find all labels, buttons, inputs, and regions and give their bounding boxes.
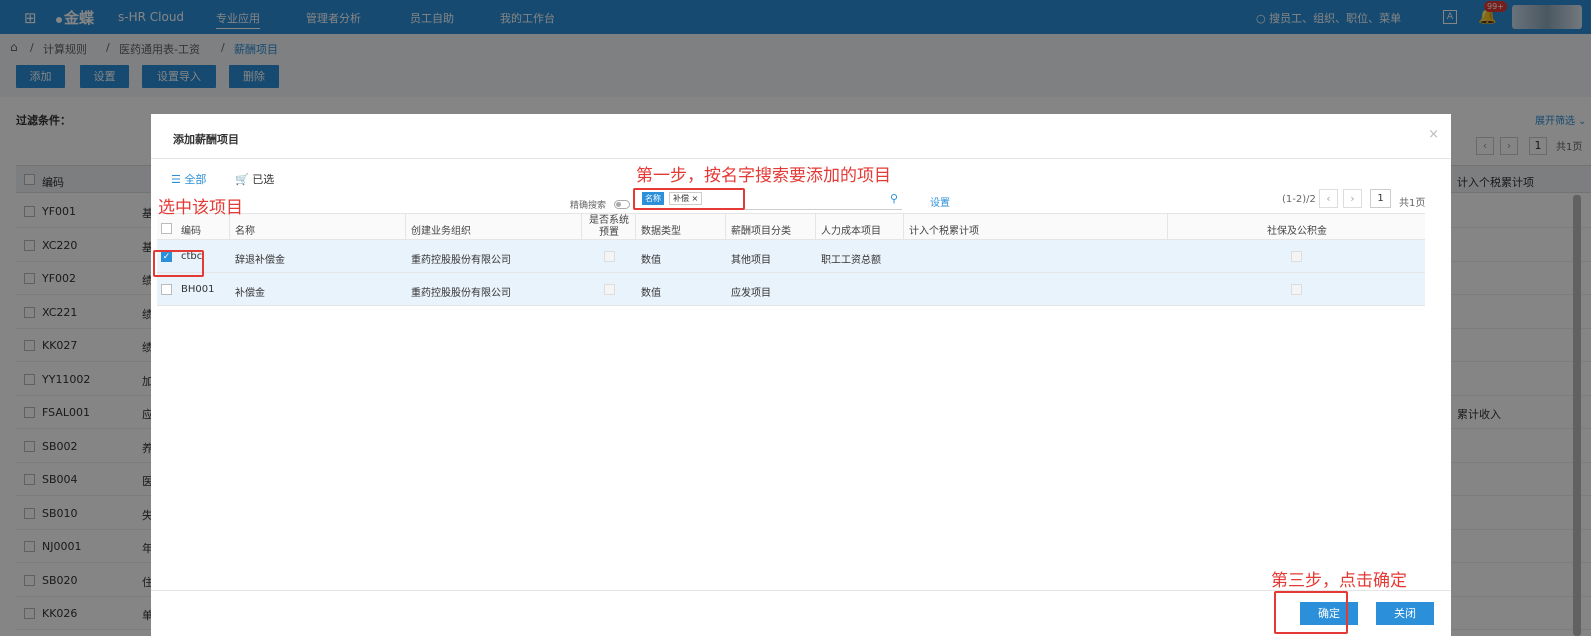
- close-icon[interactable]: ×: [1428, 127, 1439, 142]
- system-preset-checkbox: [604, 251, 615, 262]
- column-cost: 人力成本项目: [821, 226, 881, 237]
- column-system-preset: 是否系统预置: [589, 215, 629, 238]
- divider: [151, 590, 1451, 591]
- page-total: 共1页: [1399, 198, 1426, 209]
- cell-category: 应发项目: [731, 288, 771, 299]
- column-category: 薪酬项目分类: [731, 226, 791, 237]
- system-preset-checkbox: [604, 284, 615, 295]
- annotation-box-checkbox: [153, 250, 204, 277]
- pager-range: (1-2)/2: [1282, 194, 1316, 205]
- social-security-checkbox: [1291, 284, 1302, 295]
- exact-search-label: 精确搜索: [570, 201, 607, 211]
- search-icon[interactable]: ⚲: [890, 192, 898, 205]
- social-security-checkbox: [1291, 251, 1302, 262]
- next-page-button[interactable]: ›: [1343, 189, 1362, 208]
- cell-cost: 职工工资总额: [821, 255, 881, 266]
- column-tax-accumulate: 计入个税累计项: [909, 226, 979, 237]
- cell-name: 补偿金: [235, 288, 265, 299]
- annotation-step2: 选中该项目: [158, 198, 243, 218]
- annotation-step1: 第一步，按名字搜索要添加的项目: [636, 166, 891, 186]
- page-number-input[interactable]: 1: [1370, 189, 1391, 208]
- cell-data-type: 数值: [641, 288, 661, 299]
- column-org: 创建业务组织: [411, 226, 471, 237]
- select-all-checkbox[interactable]: [161, 223, 172, 234]
- table-row[interactable]: BH001 补偿金 重药控股股份有限公司 数值 应发项目: [157, 273, 1425, 306]
- tab-all[interactable]: ☰ 全部: [171, 171, 206, 187]
- column-data-type: 数据类型: [641, 226, 681, 237]
- cell-org: 重药控股股份有限公司: [411, 255, 511, 266]
- list-icon: ☰: [171, 173, 181, 186]
- cell-name: 辞退补偿金: [235, 255, 285, 266]
- dialog-title: 添加薪酬项目: [173, 133, 239, 146]
- column-social-security: 社保及公积金: [1267, 226, 1327, 237]
- divider: [151, 158, 1451, 159]
- annotation-step3: 第三步，点击确定: [1271, 571, 1407, 591]
- column-code: 编码: [181, 226, 201, 237]
- add-salary-item-dialog: 添加薪酬项目 × ☰ 全部 🛒 已选 精确搜索 名称 补偿 × ⚲ 设置 (1-…: [151, 114, 1451, 636]
- tab-selected[interactable]: 🛒 已选: [235, 171, 274, 187]
- cell-org: 重药控股股份有限公司: [411, 288, 511, 299]
- table-row[interactable]: ✓ ctbc 辞退补偿金 重药控股股份有限公司 数值 其他项目 职工工资总额: [157, 240, 1425, 273]
- column-name: 名称: [235, 226, 255, 237]
- cell-category: 其他项目: [731, 255, 771, 266]
- prev-page-button[interactable]: ‹: [1319, 189, 1338, 208]
- exact-search-toggle[interactable]: [614, 200, 630, 209]
- table-header: 编码 名称 创建业务组织 是否系统预置 数据类型 薪酬项目分类 人力成本项目 计…: [157, 213, 1425, 240]
- cell-data-type: 数值: [641, 255, 661, 266]
- row-checkbox[interactable]: [161, 284, 172, 295]
- search-settings-link[interactable]: 设置: [930, 194, 950, 209]
- annotation-box-search: [633, 188, 745, 210]
- annotation-box-confirm: [1274, 591, 1348, 634]
- close-button[interactable]: 关闭: [1376, 602, 1434, 625]
- cell-code: BH001: [181, 284, 215, 295]
- cart-icon: 🛒: [235, 173, 249, 186]
